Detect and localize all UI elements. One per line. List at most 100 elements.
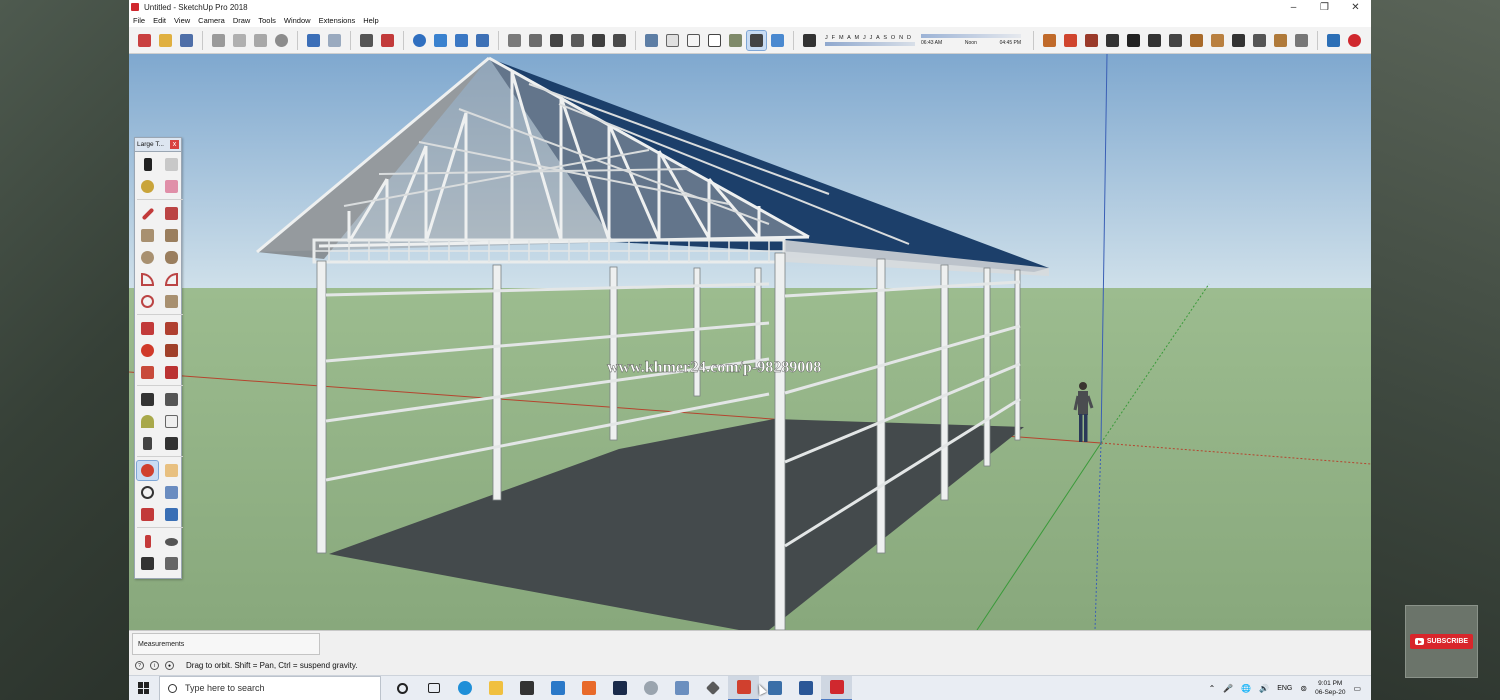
restore-button[interactable]: ❐ xyxy=(1309,2,1340,13)
pan-tool[interactable] xyxy=(161,461,182,480)
menu-extensions[interactable]: Extensions xyxy=(315,16,360,25)
front-view-button[interactable] xyxy=(547,31,566,50)
section-plane-tool[interactable] xyxy=(161,554,182,573)
menu-window[interactable]: Window xyxy=(280,16,315,25)
edge-button[interactable] xyxy=(449,676,480,700)
zoom-tool[interactable] xyxy=(137,483,158,502)
xray-button[interactable] xyxy=(642,31,661,50)
paint-bucket-tool[interactable] xyxy=(137,177,158,196)
close-button[interactable]: ✕ xyxy=(1340,2,1371,13)
shaded-button[interactable] xyxy=(705,31,724,50)
angle-tool-button[interactable] xyxy=(1145,31,1164,50)
stair-tool-button[interactable] xyxy=(1166,31,1185,50)
file-explorer-button[interactable] xyxy=(480,676,511,700)
monochrome-button[interactable] xyxy=(746,29,767,51)
save-button[interactable] xyxy=(177,31,196,50)
clock[interactable]: 9:01 PM 06-Sep-20 xyxy=(1315,679,1345,697)
rectangle-tool[interactable] xyxy=(137,226,158,245)
menu-camera[interactable]: Camera xyxy=(194,16,229,25)
scale-tool[interactable] xyxy=(137,363,158,382)
measurements-box[interactable]: Measurements xyxy=(132,633,320,655)
3d-text-tool[interactable] xyxy=(161,434,182,453)
app-gray-button[interactable] xyxy=(635,676,666,700)
cut-button[interactable] xyxy=(209,31,228,50)
shadow-date-slider[interactable]: J F M A M J J A S O N D xyxy=(825,29,915,51)
print-button[interactable] xyxy=(357,31,376,50)
polygon-tool[interactable] xyxy=(161,248,182,267)
rotate-tool[interactable] xyxy=(137,341,158,360)
cortana-button[interactable] xyxy=(387,676,418,700)
taskbar-search[interactable]: Type here to search xyxy=(159,675,381,700)
pie-tool[interactable] xyxy=(161,292,182,311)
shadow-time-slider[interactable]: 06:43 AM Noon 04:45 PM xyxy=(921,29,1021,51)
3d-viewport[interactable]: www.khmer24.com/p-98289008 Large T... x xyxy=(129,54,1371,630)
walk-tool[interactable] xyxy=(137,554,158,573)
protractor-tool[interactable] xyxy=(137,412,158,431)
eraser-tool[interactable] xyxy=(161,177,182,196)
window-tool-button[interactable] xyxy=(1082,31,1101,50)
menu-file[interactable]: File xyxy=(129,16,149,25)
dimension-tool[interactable] xyxy=(161,390,182,409)
zoom-extents-button[interactable] xyxy=(473,31,492,50)
tool-set-close-button[interactable]: x xyxy=(170,140,179,149)
mail-button[interactable] xyxy=(542,676,573,700)
extension-warehouse-button[interactable] xyxy=(1324,31,1343,50)
shadows-toggle-button[interactable] xyxy=(800,31,819,50)
top-view-button[interactable] xyxy=(526,31,545,50)
hidden-line-button[interactable] xyxy=(684,31,703,50)
follow-me-tool[interactable] xyxy=(161,341,182,360)
subscribe-button[interactable]: SUBSCRIBE xyxy=(1409,634,1474,649)
copy-button[interactable] xyxy=(230,31,249,50)
photoshop-button[interactable] xyxy=(604,676,635,700)
roof-tool-button[interactable] xyxy=(1187,31,1206,50)
push-pull-tool[interactable] xyxy=(161,319,182,338)
line-tool[interactable] xyxy=(137,204,158,223)
app-blue-button[interactable] xyxy=(666,676,697,700)
door-tool-button[interactable] xyxy=(1061,31,1080,50)
user-icon[interactable]: ● xyxy=(165,661,174,670)
model-info-button[interactable] xyxy=(378,31,397,50)
minimize-button[interactable]: – xyxy=(1278,2,1309,13)
undo-button[interactable] xyxy=(304,31,323,50)
start-button[interactable] xyxy=(129,676,159,700)
three-point-arc-tool[interactable] xyxy=(137,292,158,311)
look-around-tool[interactable] xyxy=(161,532,182,551)
beam-tool-button[interactable] xyxy=(1124,31,1143,50)
scene-canvas[interactable]: www.khmer24.com/p-98289008 xyxy=(129,54,1371,630)
menu-draw[interactable]: Draw xyxy=(229,16,255,25)
ruby-console-button[interactable] xyxy=(1345,31,1364,50)
pan-toolbar-button[interactable] xyxy=(431,31,450,50)
select-tool[interactable] xyxy=(137,155,158,174)
orbit-toolbar-button[interactable] xyxy=(410,31,429,50)
task-view-button[interactable] xyxy=(418,676,449,700)
material-tool-button[interactable] xyxy=(1271,31,1290,50)
offset-tool[interactable] xyxy=(161,363,182,382)
menu-help[interactable]: Help xyxy=(359,16,382,25)
notifications-icon[interactable]: ▭ xyxy=(1353,684,1361,693)
getting-started-button[interactable] xyxy=(135,31,154,50)
layout-app-button[interactable] xyxy=(728,675,759,700)
move-tool[interactable] xyxy=(137,319,158,338)
word-button[interactable] xyxy=(790,676,821,700)
position-camera-tool[interactable] xyxy=(137,532,158,551)
wall-tool-button[interactable] xyxy=(1040,31,1059,50)
zoom-extents-tool[interactable] xyxy=(137,505,158,524)
left-view-button[interactable] xyxy=(610,31,629,50)
rotated-rectangle-tool[interactable] xyxy=(161,226,182,245)
zoom-toolbar-button[interactable] xyxy=(452,31,471,50)
right-view-button[interactable] xyxy=(568,31,587,50)
volume-icon[interactable]: 🔊 xyxy=(1259,684,1269,693)
make-component-tool[interactable] xyxy=(161,155,182,174)
shaded-textures-button[interactable] xyxy=(726,31,745,50)
arc-tool[interactable] xyxy=(137,270,158,289)
microphone-icon[interactable]: 🎤 xyxy=(1223,684,1233,693)
paste-button[interactable] xyxy=(251,31,270,50)
sketchup-taskbar-button[interactable] xyxy=(821,675,852,700)
previous-view-tool[interactable] xyxy=(161,505,182,524)
large-tool-set-panel[interactable]: Large T... x xyxy=(134,137,183,579)
arc-tool-button[interactable] xyxy=(1103,31,1122,50)
edit-tool-button[interactable] xyxy=(1292,31,1311,50)
wireframe-button[interactable] xyxy=(663,31,682,50)
two-point-arc-tool[interactable] xyxy=(161,270,182,289)
geo-location-icon[interactable]: ? xyxy=(135,661,144,670)
